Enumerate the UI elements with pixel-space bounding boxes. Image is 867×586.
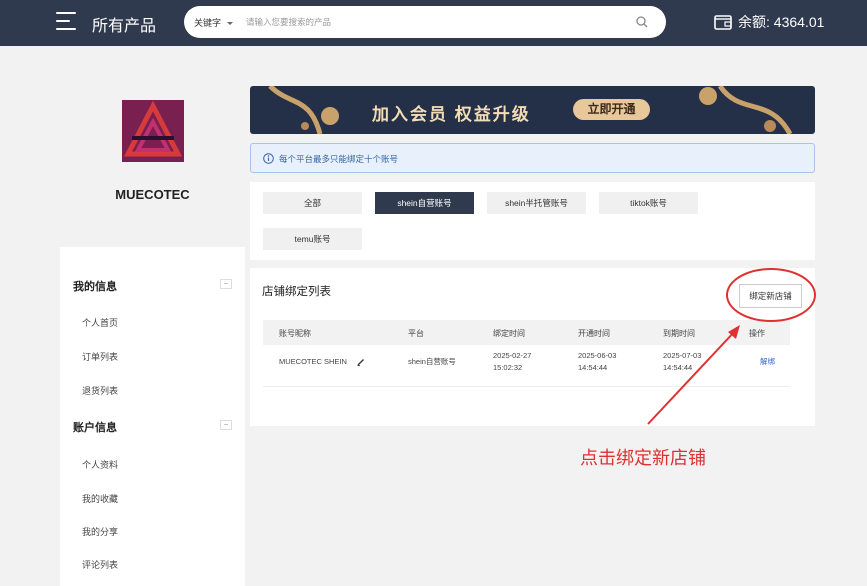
notice-bar: 每个平台最多只能绑定十个账号 <box>250 143 815 173</box>
wallet-icon <box>714 15 732 30</box>
banner-title: 加入会员 权益升级 <box>372 105 531 124</box>
store-platform: shein自营账号 <box>408 357 456 366</box>
balance-text: 余额: 4364.01 <box>738 14 825 30</box>
search-bar: 关键字 <box>184 6 666 38</box>
annotation-arrow <box>647 325 740 425</box>
top-bar: 所有产品 关键字 余额: 4364.01 <box>0 0 867 46</box>
search-type-dropdown[interactable]: 关键字 <box>194 16 234 29</box>
column-action: 操作 <box>749 329 765 338</box>
sidebar: 我的信息 − 个人首页 订单列表 退货列表 账户信息 − 个人资料 我的收藏 我… <box>60 247 245 586</box>
unbind-link[interactable]: 解绑 <box>760 356 775 368</box>
info-icon <box>263 153 274 164</box>
menu-icon[interactable] <box>56 10 80 32</box>
platform-tabs: 全部 shein自营账号 shein半托管账号 tiktok账号 temu账号 <box>250 182 815 260</box>
tab-shein-semi[interactable]: shein半托管账号 <box>487 192 586 214</box>
sidebar-item-shares[interactable]: 我的分享 <box>82 525 118 538</box>
tab-shein-self[interactable]: shein自营账号 <box>375 192 474 214</box>
activate-now-button[interactable]: 立即开通 <box>573 99 650 120</box>
collapse-icon[interactable]: − <box>220 420 232 430</box>
edit-icon[interactable] <box>357 358 365 366</box>
tab-temu[interactable]: temu账号 <box>263 228 362 250</box>
sidebar-group-my-info[interactable]: 我的信息 <box>73 278 117 294</box>
sidebar-group-account-info[interactable]: 账户信息 <box>73 419 117 435</box>
search-input[interactable] <box>246 13 606 31</box>
store-list-title: 店铺绑定列表 <box>262 286 331 298</box>
brand-logo-image <box>122 100 184 162</box>
column-platform: 平台 <box>408 329 424 338</box>
balance-display[interactable]: 余额: 4364.01 <box>714 12 824 32</box>
column-open-time: 开通时间 <box>578 329 610 338</box>
sidebar-item-home[interactable]: 个人首页 <box>82 316 118 329</box>
sidebar-item-profile[interactable]: 个人资料 <box>82 458 118 471</box>
avatar[interactable] <box>122 100 184 162</box>
membership-banner[interactable]: 加入会员 权益升级 立即开通 <box>250 86 815 134</box>
search-icon[interactable] <box>636 16 648 28</box>
tab-all[interactable]: 全部 <box>263 192 362 214</box>
sidebar-item-reviews[interactable]: 评论列表 <box>82 558 118 571</box>
chevron-down-icon <box>227 22 234 26</box>
annotation-hint: 点击绑定新店铺 <box>580 448 706 468</box>
column-bind-time: 绑定时间 <box>493 329 525 338</box>
sidebar-item-returns[interactable]: 退货列表 <box>82 384 118 397</box>
banner-decoration <box>268 86 793 134</box>
notice-text: 每个平台最多只能绑定十个账号 <box>279 154 399 164</box>
tab-tiktok[interactable]: tiktok账号 <box>599 192 698 214</box>
collapse-icon[interactable]: − <box>220 279 232 289</box>
highlight-circle <box>726 268 816 322</box>
bind-time: 2025-02-27 15:02:32 <box>493 351 532 372</box>
username: MUECOTEC <box>115 187 190 202</box>
store-nickname: MUECOTEC SHEIN <box>279 356 365 368</box>
all-products-title[interactable]: 所有产品 <box>92 12 156 36</box>
sidebar-item-orders[interactable]: 订单列表 <box>82 350 118 363</box>
open-time: 2025-06-03 14:54:44 <box>578 351 617 372</box>
sidebar-item-favorites[interactable]: 我的收藏 <box>82 492 118 505</box>
column-nickname: 账号昵称 <box>279 329 311 338</box>
